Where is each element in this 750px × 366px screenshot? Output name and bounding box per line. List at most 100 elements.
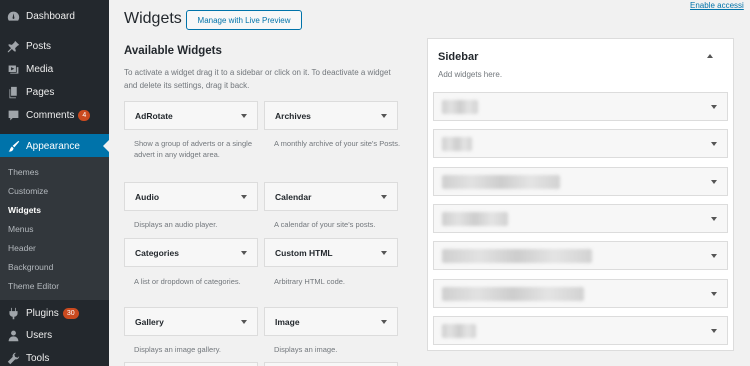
- menu-label-posts: Posts: [26, 40, 52, 52]
- widget-description: A calendar of your site's posts.: [274, 220, 376, 229]
- chevron-down-icon[interactable]: [711, 292, 717, 296]
- chevron-down-icon[interactable]: [241, 320, 247, 324]
- widget-title: Gallery: [135, 316, 164, 327]
- widget-description: Displays an image gallery.: [134, 345, 221, 354]
- blurred-widget-title: [442, 287, 584, 301]
- submenu-theme-editor[interactable]: Theme Editor: [8, 281, 59, 291]
- chevron-down-icon[interactable]: [711, 329, 717, 333]
- available-widgets-description: To activate a widget drag it to a sideba…: [124, 68, 391, 90]
- widget-description: Displays an audio player.: [134, 220, 218, 229]
- submenu-menus[interactable]: Menus: [8, 224, 34, 234]
- submenu-header[interactable]: Header: [8, 243, 36, 253]
- menu-label-plugins: Plugins: [26, 307, 59, 319]
- widget-title: Categories: [135, 247, 179, 258]
- widget-categories[interactable]: Categories: [124, 238, 258, 267]
- chevron-down-icon[interactable]: [711, 254, 717, 258]
- sidebar-title: Sidebar: [438, 51, 479, 63]
- blurred-widget-title: [442, 175, 560, 189]
- menu-item-posts[interactable]: Posts: [0, 35, 109, 57]
- widget-description: Arbitrary HTML code.: [274, 277, 345, 286]
- page-title: Widgets: [124, 10, 182, 27]
- widget-description: A list or dropdown of categories.: [134, 277, 241, 286]
- blurred-widget-title: [442, 324, 476, 338]
- menu-item-media[interactable]: Media: [0, 58, 109, 80]
- menu-item-pages[interactable]: Pages: [0, 81, 109, 103]
- submenu-widgets[interactable]: Widgets: [8, 205, 41, 215]
- sidebar-widget[interactable]: [433, 204, 728, 233]
- pages-icon: [5, 84, 21, 100]
- menu-label-users: Users: [26, 329, 53, 341]
- sidebar-widget[interactable]: [433, 316, 728, 345]
- menu-label-media: Media: [26, 63, 54, 75]
- chevron-down-icon[interactable]: [711, 105, 717, 109]
- widget-calendar[interactable]: Calendar: [264, 182, 398, 211]
- widget-title: Audio: [135, 191, 160, 202]
- widget-adrotate[interactable]: AdRotate: [124, 101, 258, 130]
- chevron-up-icon[interactable]: [707, 54, 713, 58]
- widget-title: Custom HTML: [275, 247, 333, 258]
- pushpin-icon: [5, 38, 21, 54]
- widget-description: Show a group of adverts or a single adve…: [134, 139, 252, 159]
- dashboard-icon: [5, 8, 21, 24]
- wrench-icon: [5, 350, 21, 366]
- admin-menu: Dashboard Posts Media Pages Comments 4 A…: [0, 0, 109, 366]
- chevron-down-icon[interactable]: [381, 114, 387, 118]
- widget-partial[interactable]: [264, 362, 398, 366]
- plugins-count-badge: 30: [62, 307, 79, 319]
- comments-count-badge: 4: [78, 109, 91, 121]
- widget-partial[interactable]: [124, 362, 258, 366]
- submenu-customize[interactable]: Customize: [8, 186, 48, 196]
- widget-gallery[interactable]: Gallery: [124, 307, 258, 336]
- menu-label-appearance: Appearance: [26, 140, 80, 152]
- comment-icon: [5, 107, 21, 123]
- menu-label-pages: Pages: [26, 86, 55, 98]
- appearance-submenu: Themes Customize Widgets Menus Header Ba…: [0, 157, 109, 300]
- widget-custom-html[interactable]: Custom HTML: [264, 238, 398, 267]
- menu-item-appearance[interactable]: Appearance: [0, 134, 109, 158]
- widget-title: Calendar: [275, 191, 312, 202]
- chevron-down-icon[interactable]: [711, 142, 717, 146]
- manage-live-preview-button[interactable]: Manage with Live Preview: [186, 10, 302, 30]
- paintbrush-icon: [5, 138, 21, 154]
- widget-description: Displays an image.: [274, 345, 338, 354]
- widget-archives[interactable]: Archives: [264, 101, 398, 130]
- sidebar-widget[interactable]: [433, 167, 728, 196]
- menu-item-tools[interactable]: Tools: [0, 347, 109, 366]
- chevron-down-icon[interactable]: [381, 320, 387, 324]
- widget-title: Archives: [275, 110, 311, 121]
- chevron-down-icon[interactable]: [381, 195, 387, 199]
- sidebar-widget[interactable]: [433, 241, 728, 270]
- submenu-background[interactable]: Background: [8, 262, 53, 272]
- enable-accessibility-link[interactable]: Enable accessi: [690, 1, 744, 10]
- menu-label-tools: Tools: [26, 352, 50, 364]
- available-widgets-title: Available Widgets: [124, 45, 222, 57]
- sidebar-widget[interactable]: [433, 129, 728, 158]
- chevron-down-icon[interactable]: [711, 180, 717, 184]
- media-icon: [5, 61, 21, 77]
- sidebar-widget[interactable]: [433, 92, 728, 121]
- blurred-widget-title: [442, 249, 592, 263]
- chevron-down-icon[interactable]: [241, 114, 247, 118]
- menu-label-dashboard: Dashboard: [26, 10, 75, 22]
- menu-item-comments[interactable]: Comments 4: [0, 104, 109, 126]
- menu-item-plugins[interactable]: Plugins 30: [0, 302, 109, 324]
- widget-audio[interactable]: Audio: [124, 182, 258, 211]
- widget-title: Image: [275, 316, 300, 327]
- blurred-widget-title: [442, 137, 472, 151]
- menu-item-dashboard[interactable]: Dashboard: [0, 5, 109, 27]
- blurred-widget-title: [442, 212, 508, 226]
- menu-item-users[interactable]: Users: [0, 324, 109, 346]
- chevron-down-icon[interactable]: [711, 217, 717, 221]
- plugin-icon: [5, 305, 21, 321]
- sidebar-widget-area[interactable]: Sidebar Add widgets here.: [427, 38, 734, 351]
- users-icon: [5, 327, 21, 343]
- submenu-themes[interactable]: Themes: [8, 167, 39, 177]
- chevron-down-icon[interactable]: [241, 195, 247, 199]
- chevron-down-icon[interactable]: [381, 251, 387, 255]
- widget-description: A monthly archive of your site's Posts.: [274, 139, 401, 148]
- widget-image[interactable]: Image: [264, 307, 398, 336]
- chevron-down-icon[interactable]: [241, 251, 247, 255]
- sidebar-widget[interactable]: [433, 279, 728, 308]
- menu-label-comments: Comments: [26, 109, 75, 121]
- blurred-widget-title: [442, 100, 478, 114]
